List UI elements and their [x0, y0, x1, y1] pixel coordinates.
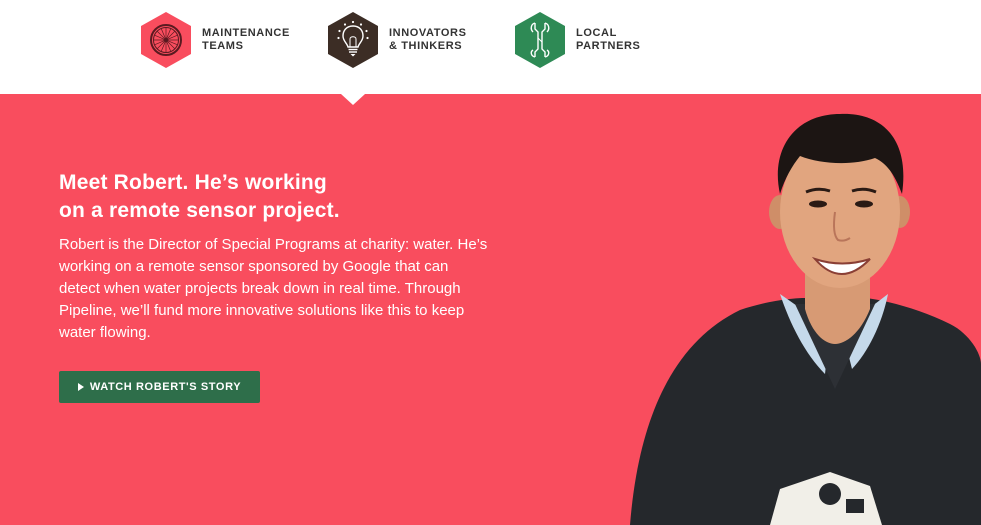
- active-tab-pointer: [341, 94, 365, 105]
- wrench-icon: [514, 11, 566, 69]
- tab-label: Innovators & Thinkers: [389, 27, 467, 52]
- tab-maintenance-teams[interactable]: Maintenance Teams: [140, 11, 312, 69]
- tab-label: Local Partners: [576, 27, 641, 52]
- watch-story-label: Watch Robert's Story: [89, 381, 242, 393]
- hero-section: Meet Robert. He’s working on a remote sen…: [0, 94, 981, 525]
- watch-story-button[interactable]: Watch Robert's Story: [59, 371, 260, 403]
- robert-portrait-photo: [620, 94, 981, 525]
- bicycle-wheel-icon: [140, 11, 192, 69]
- play-icon: [77, 383, 84, 391]
- hero-headline: Meet Robert. He’s working on a remote sen…: [59, 171, 340, 222]
- tab-label: Maintenance Teams: [202, 27, 290, 52]
- hero-description: Robert is the Director of Special Progra…: [59, 236, 488, 341]
- lightbulb-icon: [327, 11, 379, 69]
- tab-local-partners[interactable]: Local Partners: [514, 11, 686, 69]
- tab-innovators-thinkers[interactable]: Innovators & Thinkers: [327, 11, 499, 69]
- tab-bar: Maintenance Teams Innovators & Thinkers: [0, 0, 981, 94]
